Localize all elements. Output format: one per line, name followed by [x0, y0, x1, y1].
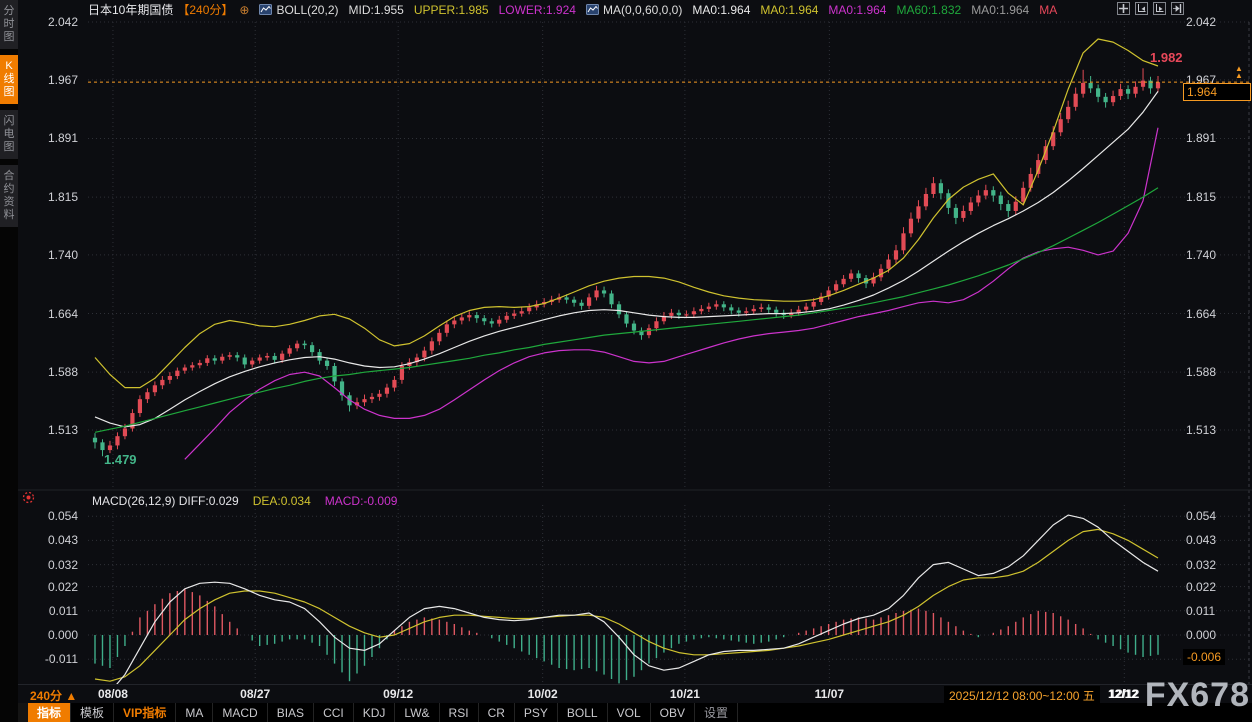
toolbar-item-10[interactable]: RSI	[440, 703, 479, 722]
high-price-marker: 1.982	[1150, 50, 1183, 65]
macd-current-value-label: -0.006	[1183, 649, 1225, 665]
circled-plus-icon[interactable]: ⊕	[239, 3, 249, 17]
toolbar-item-4[interactable]: MA	[176, 703, 213, 722]
ma-value-3: MA0:1.964	[828, 3, 886, 17]
chart-toolbar-icons	[1117, 2, 1184, 15]
toolbar-item-16[interactable]: 设置	[695, 703, 738, 722]
ma-value-5: MA0:1.964	[971, 3, 1029, 17]
toolbar-item-11[interactable]: CR	[479, 703, 515, 722]
boll-mid-value: MID:1.955	[349, 3, 404, 17]
toolbar-item-9[interactable]: LW&	[395, 703, 439, 722]
toolbar-item-3[interactable]: VIP指标	[114, 703, 176, 722]
toolbar-item-5[interactable]: MACD	[213, 703, 267, 722]
macd-params-diff: MACD(26,12,9) DIFF:0.029	[92, 494, 239, 508]
ma-values-group: MA0:1.964 MA0:1.964 MA0:1.964 MA60:1.832 MA0…	[692, 3, 1057, 17]
date-label-3: 09/12	[383, 687, 413, 701]
toolbar-item-2[interactable]: 模板	[71, 703, 114, 722]
trading-terminal: 2.0422.0421.9671.9671.8911.8911.8151.815…	[0, 0, 1252, 722]
toolbar-item-6[interactable]: BIAS	[268, 703, 314, 722]
ma-params-label: MA(0,0,60,0,0)	[603, 3, 682, 17]
sidebar-tab-3[interactable]: 闪电图	[0, 110, 18, 159]
toolbar-item-8[interactable]: KDJ	[354, 703, 396, 722]
macd-group	[95, 515, 1158, 699]
chart-type-sidebar: 分时图 K线图闪电图合约资料	[0, 0, 18, 722]
toolbar-spacer	[18, 703, 28, 722]
interval-label[interactable]: 【240分】	[177, 1, 233, 18]
date-label-1: 08/08	[98, 687, 128, 701]
zoom-in-icon[interactable]	[1153, 2, 1166, 15]
period-selector[interactable]: 240分 ▲	[30, 687, 77, 704]
time-axis: 240分 ▲ 08/08 08/27 09/12 10/02 10/21 11/07 12/…	[18, 684, 1252, 704]
date-label-6: 11/07	[815, 687, 844, 701]
current-price-label: 1.964	[1183, 83, 1251, 101]
macd-value: MACD:-0.009	[325, 494, 398, 508]
indicator-toolbar: 指标模板VIP指标MAMACDBIASCCIKDJLW&RSICRPSYBOLL…	[18, 703, 1252, 722]
zoom-out-icon[interactable]	[1135, 2, 1148, 15]
macd-dea-value: DEA:0.034	[253, 494, 311, 508]
symbol-title: 日本10年期国债	[88, 1, 173, 18]
ma-value-1: MA0:1.964	[692, 3, 750, 17]
toolbar-item-13[interactable]: BOLL	[558, 703, 608, 722]
toolbar-item-7[interactable]: CCI	[314, 703, 354, 722]
sidebar-tab-4[interactable]: 合约资料	[0, 165, 18, 227]
toolbar-item-1[interactable]: 指标	[28, 703, 71, 722]
ma-value-2: MA0:1.964	[760, 3, 818, 17]
indicator-settings-icon[interactable]	[22, 491, 35, 509]
toolbar-item-15[interactable]: OBV	[651, 703, 695, 722]
kline-chart-canvas[interactable]	[0, 0, 1252, 722]
toolbar-item-14[interactable]: VOL	[608, 703, 651, 722]
chart-header: 日本10年期国债 【240分】 ⊕ BOLL(20,2) MID:1.955 U…	[88, 1, 1057, 18]
toolbar-item-12[interactable]: PSY	[515, 703, 558, 722]
ma-value-4: MA60:1.832	[896, 3, 961, 17]
sidebar-tab-2[interactable]: K线图	[0, 55, 18, 104]
candles-group	[93, 39, 1160, 459]
boll-indicator-icon[interactable]	[259, 4, 272, 15]
date-label-5: 10/21	[670, 687, 700, 701]
boll-lower-value: LOWER:1.924	[499, 3, 576, 17]
boll-upper-value: UPPER:1.985	[414, 3, 489, 17]
ma-value-6: MA	[1039, 3, 1057, 17]
ma-indicator-icon[interactable]	[586, 4, 599, 15]
low-price-marker: 1.479	[104, 452, 137, 467]
date-label-4: 10/02	[528, 687, 558, 701]
date-label-2: 08/27	[240, 687, 270, 701]
last-date-label: 12/12	[1108, 687, 1138, 701]
move-chart-icon[interactable]	[1117, 2, 1130, 15]
pan-right-icon[interactable]	[1171, 2, 1184, 15]
sidebar-tab-1[interactable]: 分时图	[0, 0, 18, 49]
boll-label: BOLL(20,2)	[276, 3, 338, 17]
macd-header: MACD(26,12,9) DIFF:0.029 DEA:0.034 MACD:…	[92, 494, 397, 508]
scroll-to-latest-icon[interactable]: ▲▲	[1235, 65, 1243, 79]
